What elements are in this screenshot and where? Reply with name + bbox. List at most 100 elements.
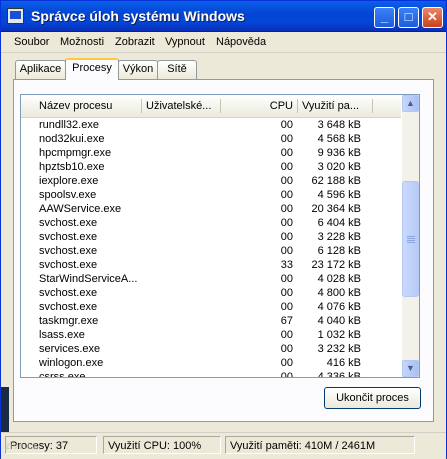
process-row[interactable]: lsass.exe 00 1 032 kB bbox=[21, 328, 401, 342]
minimize-button[interactable]: _ bbox=[374, 7, 395, 28]
process-name: csrss.exe bbox=[39, 371, 86, 378]
process-name: rundll32.exe bbox=[39, 119, 99, 131]
status-bar: Procesy: 37 Využití CPU: 100% Využití pa… bbox=[1, 432, 446, 459]
process-memory: 4 336 kB bbox=[317, 371, 361, 378]
process-cpu: 00 bbox=[280, 217, 293, 229]
process-row[interactable]: AAWService.exe 00 20 364 kB bbox=[21, 202, 401, 216]
process-cpu: 00 bbox=[280, 119, 293, 131]
process-cpu: 00 bbox=[280, 287, 293, 299]
tab-procesy[interactable]: Procesy bbox=[65, 58, 119, 80]
process-name: svchost.exe bbox=[39, 259, 98, 271]
watermark-logo: zive.cz bbox=[5, 441, 38, 452]
process-name: AAWService.exe bbox=[39, 203, 122, 215]
process-row[interactable]: svchost.exe 00 4 800 kB bbox=[21, 286, 401, 300]
menu-soubor[interactable]: Soubor bbox=[14, 36, 49, 48]
process-row[interactable]: StarWindServiceA... 00 4 028 kB bbox=[21, 272, 401, 286]
process-name: hpcmpmgr.exe bbox=[39, 147, 112, 159]
process-memory: 4 800 kB bbox=[317, 287, 361, 299]
task-manager-icon bbox=[7, 8, 24, 24]
process-memory: 3 228 kB bbox=[317, 231, 361, 243]
column-header-cpu[interactable]: CPU bbox=[251, 95, 297, 117]
process-cpu: 00 bbox=[280, 161, 293, 173]
thumb-grip bbox=[407, 240, 415, 241]
process-cpu: 00 bbox=[280, 329, 293, 341]
column-header-user[interactable]: Uživatelské... bbox=[142, 95, 220, 117]
process-row[interactable]: hpztsb10.exe 00 3 020 kB bbox=[21, 160, 401, 174]
process-row[interactable]: svchost.exe 00 6 128 kB bbox=[21, 244, 401, 258]
process-cpu: 00 bbox=[280, 175, 293, 187]
title-bar[interactable]: Správce úloh systému Windows _ □ ✕ bbox=[1, 1, 446, 32]
process-cpu: 67 bbox=[280, 315, 293, 327]
process-cpu: 00 bbox=[280, 133, 293, 145]
process-memory: 3 648 kB bbox=[317, 119, 361, 131]
column-header-name[interactable]: Název procesu bbox=[35, 95, 141, 117]
process-memory: 416 kB bbox=[326, 357, 361, 369]
process-memory: 3 232 kB bbox=[317, 343, 361, 355]
process-row[interactable]: iexplore.exe 00 62 188 kB bbox=[21, 174, 401, 188]
process-memory: 62 188 kB bbox=[311, 175, 361, 187]
process-cpu: 00 bbox=[280, 301, 293, 313]
column-divider[interactable] bbox=[220, 99, 221, 113]
process-name: svchost.exe bbox=[39, 245, 98, 257]
process-list[interactable]: Název procesu Uživatelské... CPU Využití… bbox=[20, 94, 420, 378]
process-row[interactable]: nod32kui.exe 00 4 568 kB bbox=[21, 132, 401, 146]
task-manager-window: Správce úloh systému Windows _ □ ✕ Soubo… bbox=[0, 0, 447, 459]
menu-bar: Soubor Možnosti Zobrazit Vypnout Nápověd… bbox=[1, 32, 446, 53]
scroll-down-button[interactable]: ▼ bbox=[402, 360, 419, 377]
process-cpu: 00 bbox=[280, 245, 293, 257]
process-row[interactable]: svchost.exe 00 6 404 kB bbox=[21, 216, 401, 230]
process-memory: 4 040 kB bbox=[317, 315, 361, 327]
menu-zobrazit[interactable]: Zobrazit bbox=[115, 36, 155, 48]
process-name: spoolsv.exe bbox=[39, 189, 97, 201]
process-memory: 3 020 kB bbox=[317, 161, 361, 173]
end-process-button[interactable]: Ukončit proces bbox=[324, 387, 421, 409]
window-title: Správce úloh systému Windows bbox=[31, 8, 245, 24]
process-row[interactable]: spoolsv.exe 00 4 596 kB bbox=[21, 188, 401, 202]
thumb-grip bbox=[407, 242, 415, 243]
process-memory: 4 596 kB bbox=[317, 189, 361, 201]
process-memory: 20 364 kB bbox=[311, 203, 361, 215]
menu-napoveda[interactable]: Nápověda bbox=[216, 36, 266, 48]
process-name: svchost.exe bbox=[39, 217, 98, 229]
status-cpu: Využití CPU: 100% bbox=[103, 436, 221, 454]
column-divider[interactable] bbox=[372, 99, 373, 113]
scroll-thumb[interactable] bbox=[402, 181, 419, 297]
scroll-up-button[interactable]: ▲ bbox=[402, 95, 419, 112]
process-row[interactable]: csrss.exe 00 4 336 kB bbox=[21, 370, 401, 378]
menu-vypnout[interactable]: Vypnout bbox=[165, 36, 205, 48]
process-memory: 9 936 kB bbox=[317, 147, 361, 159]
process-rows: rundll32.exe 00 3 648 kB nod32kui.exe 00 4 56… bbox=[21, 118, 401, 378]
process-cpu: 00 bbox=[280, 189, 293, 201]
tab-site[interactable]: Sítě bbox=[157, 60, 197, 79]
process-cpu: 00 bbox=[280, 231, 293, 243]
list-header: Název procesu Uživatelské... CPU Využití… bbox=[21, 95, 401, 118]
close-button[interactable]: ✕ bbox=[422, 7, 443, 28]
process-row[interactable]: hpcmpmgr.exe 00 9 936 kB bbox=[21, 146, 401, 160]
process-row[interactable]: svchost.exe 00 3 228 kB bbox=[21, 230, 401, 244]
process-memory: 23 172 kB bbox=[311, 259, 361, 271]
tab-vykon[interactable]: Výkon bbox=[118, 60, 158, 79]
status-memory: Využití paměti: 410M / 2461M bbox=[225, 436, 415, 454]
process-row[interactable]: svchost.exe 00 4 076 kB bbox=[21, 300, 401, 314]
process-row[interactable]: svchost.exe 33 23 172 kB bbox=[21, 258, 401, 272]
process-memory: 6 128 kB bbox=[317, 245, 361, 257]
process-row[interactable]: rundll32.exe 00 3 648 kB bbox=[21, 118, 401, 132]
process-row[interactable]: winlogon.exe 00 416 kB bbox=[21, 356, 401, 370]
vertical-scrollbar[interactable]: ▲ ▼ bbox=[402, 95, 419, 377]
process-row[interactable]: taskmgr.exe 67 4 040 kB bbox=[21, 314, 401, 328]
thumb-grip bbox=[407, 238, 415, 239]
maximize-button[interactable]: □ bbox=[398, 7, 419, 28]
process-cpu: 33 bbox=[280, 259, 293, 271]
process-row[interactable]: services.exe 00 3 232 kB bbox=[21, 342, 401, 356]
menu-moznosti[interactable]: Možnosti bbox=[60, 36, 104, 48]
process-memory: 1 032 kB bbox=[317, 329, 361, 341]
tab-aplikace[interactable]: Aplikace bbox=[15, 60, 66, 79]
column-header-memory[interactable]: Využití pa... bbox=[298, 95, 372, 117]
process-name: lsass.exe bbox=[39, 329, 85, 341]
process-name: StarWindServiceA... bbox=[39, 273, 138, 285]
process-name: nod32kui.exe bbox=[39, 133, 105, 145]
process-cpu: 00 bbox=[280, 147, 293, 159]
process-memory: 4 076 kB bbox=[317, 301, 361, 313]
process-name: services.exe bbox=[39, 343, 101, 355]
process-name: iexplore.exe bbox=[39, 175, 99, 187]
